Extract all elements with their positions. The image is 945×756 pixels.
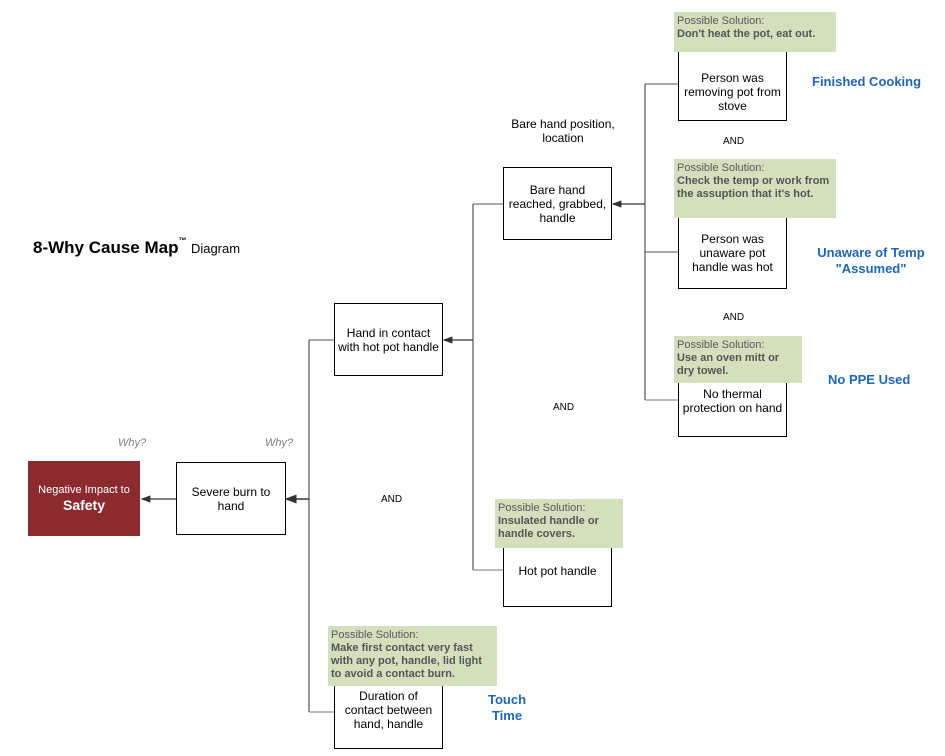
cause-hand-contact-text: Hand in contact with hot pot handle [338, 325, 439, 354]
solution-text: Don't heat the pot, eat out. [677, 28, 816, 40]
cause-duration-text: Duration of contact between hand, handle [344, 689, 433, 731]
impact-box[interactable]: Negative Impact to Safety [28, 461, 140, 536]
tag-unaware-temp: Unaware of Temp "Assumed" [812, 245, 930, 277]
cause-severe-burn-text: Severe burn to hand [191, 484, 271, 513]
solution-duration: Possible Solution: Make first contact ve… [328, 626, 497, 686]
title-suffix: Diagram [190, 241, 241, 256]
cause-hot-handle-text: Hot pot handle [518, 563, 597, 578]
solution-unaware: Possible Solution: Check the temp or wor… [674, 159, 836, 218]
solution-label: Possible Solution: [677, 339, 765, 351]
solution-text: Use an oven mitt or dry towel. [677, 352, 780, 377]
cause-removing-pot-text: Person was removing pot from stove [684, 70, 781, 113]
cause-bare-hand[interactable]: Bare hand reached, grabbed, handle [503, 167, 612, 240]
solution-hot-handle: Possible Solution: Insulated handle or h… [495, 499, 623, 548]
solution-no-thermal: Possible Solution: Use an oven mitt or d… [674, 336, 802, 383]
cause-severe-burn[interactable]: Severe burn to hand [176, 462, 286, 535]
cause-unaware[interactable]: Person was unaware pot handle was hot [678, 216, 787, 289]
why-label-1: Why? [118, 437, 147, 449]
diagram-title: 8-Why Cause Map™ Diagram [33, 236, 241, 258]
cause-removing-pot[interactable]: Person was removing pot from stove [678, 48, 787, 121]
solution-removing-pot: Possible Solution: Don't heat the pot, e… [674, 12, 836, 52]
and-label-3: AND [553, 402, 575, 413]
cause-no-thermal-text: No thermal protection on hand [682, 387, 783, 415]
solution-text: Make first contact very fast with any po… [331, 642, 482, 680]
and-label-1: AND [723, 136, 745, 147]
solution-text: Check the temp or work from the assuptio… [677, 175, 830, 200]
and-label-4: AND [381, 494, 403, 505]
tag-touch-line2: Time [491, 708, 523, 723]
cause-duration[interactable]: Duration of contact between hand, handle [334, 676, 443, 749]
title-main: 8-Why Cause Map [33, 238, 179, 257]
trademark: ™ [178, 236, 187, 245]
tag-finished-cooking: Finished Cooking [812, 74, 922, 89]
solution-label: Possible Solution: [498, 502, 586, 514]
tag-no-ppe: No PPE Used [828, 372, 911, 387]
cause-unaware-text: Person was unaware pot handle was hot [692, 231, 773, 274]
impact-label: Negative Impact to [38, 484, 130, 496]
solution-label: Possible Solution: [677, 162, 765, 174]
cause-bare-hand-text: Bare hand reached, grabbed, handle [508, 182, 607, 225]
impact-goal: Safety [62, 497, 106, 513]
solution-label: Possible Solution: [677, 15, 765, 27]
solution-label: Possible Solution: [331, 629, 419, 641]
cause-hand-contact[interactable]: Hand in contact with hot pot handle [334, 303, 443, 376]
tag-unaware-line1: Unaware of Temp [817, 245, 925, 260]
and-label-2: AND [723, 312, 745, 323]
tag-touch-line1: Touch [487, 692, 527, 707]
why-label-2: Why? [265, 437, 294, 449]
tag-touch-time: Touch Time [484, 692, 530, 724]
bare-hand-header: Bare hand position, location [511, 117, 615, 145]
solution-text: Insulated handle or handle covers. [498, 515, 599, 540]
tag-unaware-line2: "Assumed" [835, 261, 907, 276]
